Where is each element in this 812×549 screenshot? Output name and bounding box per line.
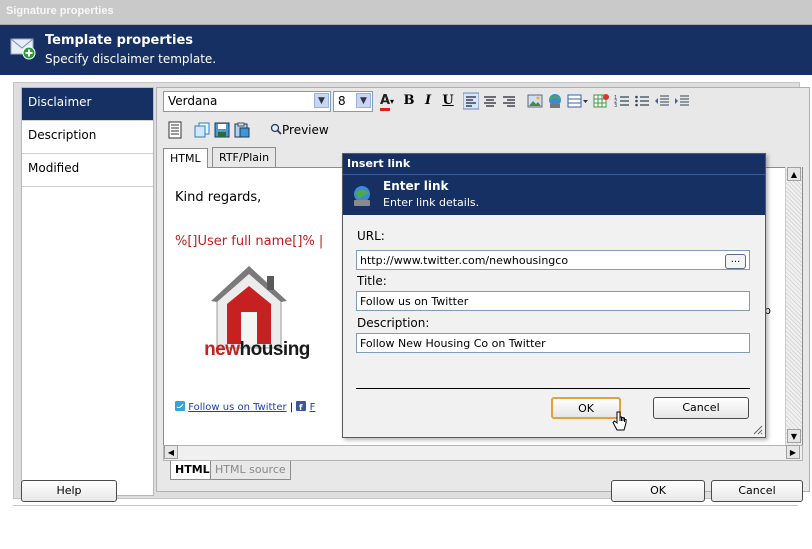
- vertical-scrollbar[interactable]: ▲ ▼: [785, 167, 802, 445]
- scroll-left-icon[interactable]: ◀: [164, 445, 178, 459]
- document-icon[interactable]: [168, 121, 182, 139]
- sidebar-item-description[interactable]: Description: [22, 121, 153, 154]
- insert-link-icon[interactable]: [547, 92, 563, 110]
- italic-button[interactable]: I: [420, 92, 436, 110]
- window-title: Signature properties: [6, 5, 114, 17]
- url-label: URL:: [357, 229, 385, 243]
- twitter-icon: [175, 401, 185, 411]
- sidebar-item-disclaimer[interactable]: Disclaimer: [22, 88, 153, 121]
- sidebar-item-modified[interactable]: Modified: [22, 154, 153, 187]
- follow-twitter-link[interactable]: Follow us on Twitter: [188, 402, 286, 413]
- font-color-button[interactable]: A▾: [376, 92, 398, 111]
- page-title: Template properties: [45, 33, 194, 48]
- ordered-list-icon[interactable]: 123: [614, 92, 630, 110]
- align-left-icon[interactable]: [463, 92, 479, 110]
- ok-button[interactable]: OK: [611, 480, 705, 502]
- dialog-title: Insert link: [343, 154, 765, 174]
- font-family-select[interactable]: Verdana ▼: [163, 91, 331, 112]
- description-input[interactable]: Follow New Housing Co on Twitter: [356, 333, 750, 353]
- align-center-icon[interactable]: [482, 92, 498, 110]
- font-size-select[interactable]: 8 ▼: [333, 91, 373, 112]
- tab-html-source[interactable]: HTML source: [210, 461, 291, 480]
- envelope-add-icon: [10, 38, 36, 60]
- pointer-cursor-icon: [612, 411, 627, 431]
- table-properties-icon[interactable]: [593, 92, 609, 110]
- cancel-button[interactable]: Cancel: [711, 480, 803, 502]
- globe-link-icon: [354, 186, 370, 206]
- window-titlebar: Signature properties: [0, 0, 812, 25]
- scroll-up-icon[interactable]: ▲: [787, 167, 801, 181]
- social-links-line: Follow us on Twitter | f F: [175, 401, 315, 413]
- horizontal-scrollbar[interactable]: ◀ ▶: [163, 445, 803, 461]
- page-header: Template properties Specify disclaimer t…: [0, 25, 812, 75]
- chevron-down-icon[interactable]: ▼: [314, 93, 329, 108]
- dialog-divider: [356, 388, 750, 389]
- user-fullname-field: %[]User full name[]% |: [175, 234, 324, 249]
- resize-grip-icon[interactable]: [753, 425, 763, 435]
- preview-button[interactable]: Preview: [270, 121, 329, 139]
- dialog-heading: Enter link: [383, 179, 449, 193]
- page-subtitle: Specify disclaimer template.: [45, 52, 217, 66]
- browse-button[interactable]: ...: [725, 254, 746, 269]
- title-label: Title:: [357, 274, 387, 288]
- svg-text:f: f: [299, 403, 303, 411]
- tab-rtf-plain[interactable]: RTF/Plain: [212, 147, 277, 168]
- footer-divider: [13, 505, 798, 506]
- magnifier-icon: [270, 123, 282, 135]
- outdent-icon[interactable]: [654, 92, 670, 110]
- bold-button[interactable]: B: [401, 92, 417, 110]
- dialog-cancel-button[interactable]: Cancel: [653, 397, 749, 419]
- logo-suffix: housing: [239, 339, 311, 360]
- copy-icon[interactable]: [194, 121, 210, 139]
- align-right-icon[interactable]: [501, 92, 517, 110]
- help-button[interactable]: Help: [21, 480, 117, 502]
- insert-link-dialog: Insert link Enter link Enter link detail…: [342, 153, 766, 438]
- logo-prefix: new: [204, 339, 240, 360]
- url-input[interactable]: http://www.twitter.com/newhousingco: [356, 250, 750, 270]
- scroll-right-icon[interactable]: ▶: [786, 445, 800, 459]
- indent-icon[interactable]: [674, 92, 690, 110]
- save-icon[interactable]: [214, 121, 230, 139]
- scroll-down-icon[interactable]: ▼: [787, 429, 801, 443]
- dialog-header: Enter link Enter link details.: [343, 174, 765, 215]
- insert-image-icon[interactable]: [527, 92, 543, 110]
- link-separator: |: [289, 402, 294, 413]
- newhousing-logo: newhousing: [181, 256, 333, 368]
- font-size-value: 8: [338, 94, 346, 108]
- preview-label: Preview: [282, 123, 329, 137]
- facebook-link[interactable]: F: [310, 402, 316, 413]
- svg-text:3: 3: [614, 103, 617, 109]
- title-input[interactable]: Follow us on Twitter: [356, 291, 750, 311]
- sidebar: Disclaimer Description Modified: [21, 87, 154, 496]
- description-label: Description:: [357, 316, 430, 330]
- font-family-value: Verdana: [168, 94, 218, 108]
- tab-html-bottom[interactable]: HTML: [170, 461, 215, 480]
- dialog-subheading: Enter link details.: [383, 196, 480, 209]
- dialog-ok-button[interactable]: OK: [551, 397, 621, 419]
- tab-html[interactable]: HTML: [163, 148, 208, 168]
- kind-regards-text: Kind regards,: [175, 190, 262, 205]
- underline-button[interactable]: U: [440, 92, 456, 110]
- chevron-down-icon[interactable]: ▼: [356, 93, 371, 108]
- insert-table-icon[interactable]: [567, 92, 589, 110]
- unordered-list-icon[interactable]: [634, 92, 650, 110]
- facebook-icon: f: [296, 401, 307, 412]
- paste-icon[interactable]: [234, 121, 250, 139]
